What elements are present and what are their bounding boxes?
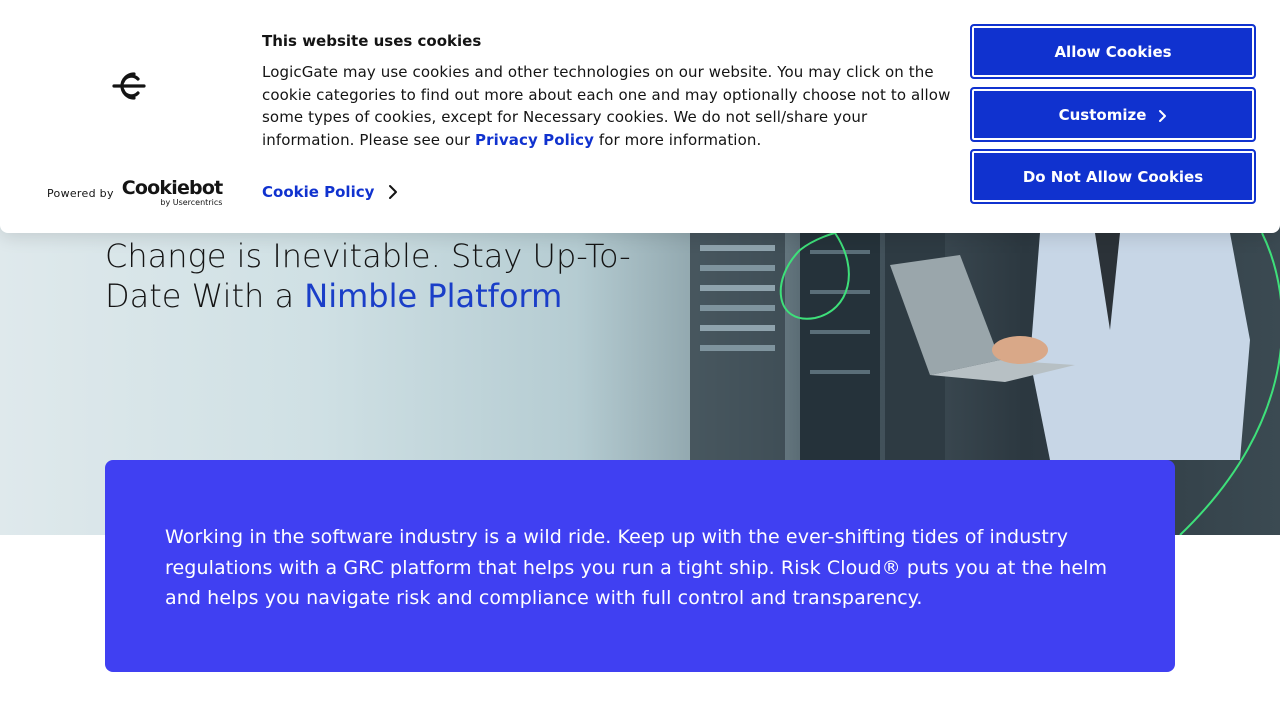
cookiebot-subtitle: by Usercentrics [160, 198, 223, 207]
cookiebot-logo: Cookiebot by Usercentrics [122, 179, 223, 207]
hero-heading-accent: Nimble Platform [304, 277, 563, 315]
cookie-banner-body: LogicGate may use cookies and other tech… [262, 61, 952, 151]
cookie-policy-label: Cookie Policy [262, 183, 375, 201]
cookiebot-name: Cookiebot [121, 177, 223, 199]
logicgate-logo-icon [112, 72, 146, 100]
allow-cookies-button[interactable]: Allow Cookies [970, 24, 1256, 79]
cookie-consent-banner: Powered by Cookiebot by Usercentrics Thi… [0, 0, 1280, 233]
hero-heading: Change is Inevitable. Stay Up-To-Date Wi… [105, 236, 665, 316]
powered-by-cookiebot[interactable]: Powered by Cookiebot by Usercentrics [47, 179, 223, 207]
intro-card-text: Working in the software industry is a wi… [165, 526, 1108, 609]
chevron-right-icon [389, 185, 398, 199]
customize-label: Customize [1058, 105, 1147, 124]
cookie-policy-link[interactable]: Cookie Policy [262, 183, 398, 201]
cookie-banner-title: This website uses cookies [262, 32, 482, 50]
allow-cookies-label: Allow Cookies [1054, 42, 1172, 61]
cookie-body-text-end: for more information. [594, 130, 762, 149]
powered-by-label: Powered by [47, 186, 114, 200]
do-not-allow-cookies-label: Do Not Allow Cookies [1022, 167, 1204, 186]
intro-card: Working in the software industry is a wi… [105, 460, 1175, 672]
customize-button[interactable]: Customize [970, 87, 1256, 142]
chevron-right-icon [1159, 110, 1167, 122]
privacy-policy-link[interactable]: Privacy Policy [475, 131, 594, 149]
do-not-allow-cookies-button[interactable]: Do Not Allow Cookies [970, 149, 1256, 204]
